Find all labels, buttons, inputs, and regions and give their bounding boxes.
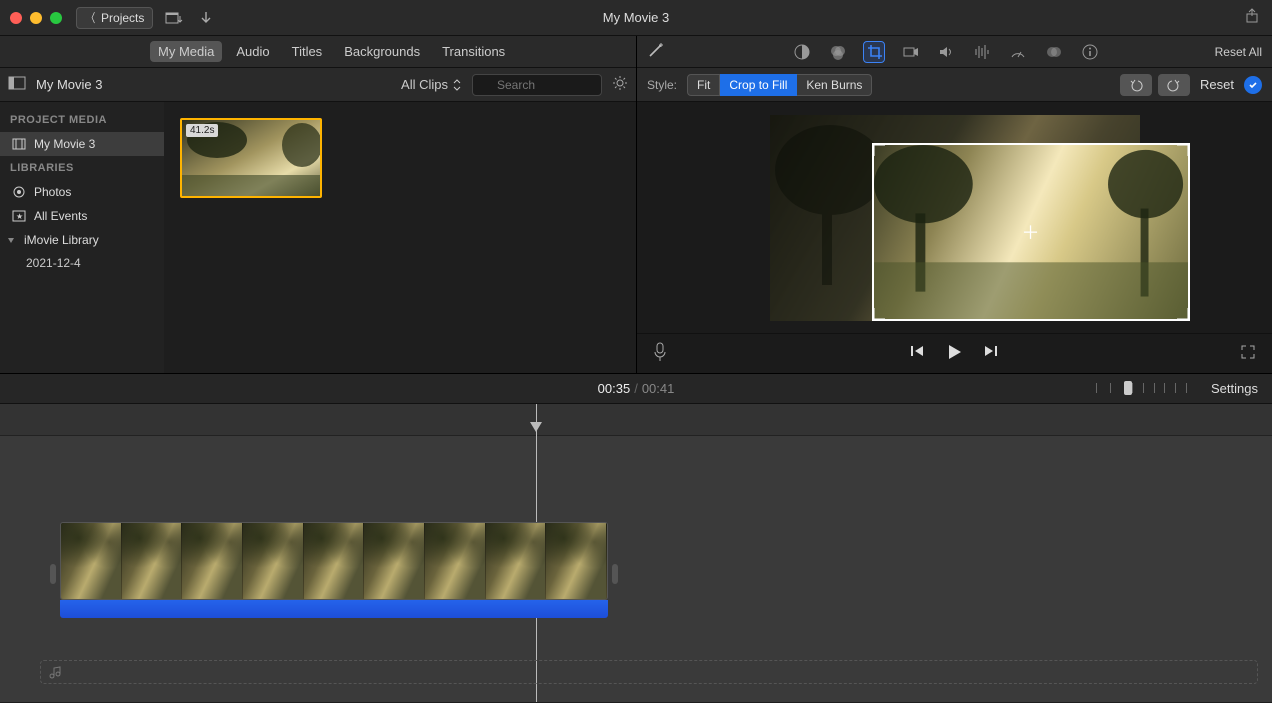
fullscreen-icon[interactable] xyxy=(1240,344,1256,363)
browser-movie-name: My Movie 3 xyxy=(36,77,102,92)
info-icon[interactable] xyxy=(1080,42,1100,62)
crop-rectangle[interactable]: ＋ xyxy=(872,143,1190,321)
sidebar-item-library-date[interactable]: 2021-12-4 xyxy=(0,252,164,274)
clip-thumbnail[interactable]: 41.2s xyxy=(180,118,322,198)
music-note-icon xyxy=(49,665,63,679)
viewer-canvas[interactable]: ＋ xyxy=(637,102,1272,333)
style-crop-to-fill-button[interactable]: Crop to Fill xyxy=(720,74,797,96)
speed-icon[interactable] xyxy=(1008,42,1028,62)
clip-handle-right[interactable] xyxy=(612,564,618,584)
style-ken-burns-button[interactable]: Ken Burns xyxy=(797,74,872,96)
clips-filter-select[interactable]: All Clips xyxy=(401,77,462,92)
filmstrip-icon xyxy=(12,138,26,150)
crop-icon[interactable] xyxy=(864,42,884,62)
project-media-heading: PROJECT MEDIA xyxy=(0,108,164,132)
tab-titles[interactable]: Titles xyxy=(284,41,331,62)
sidebar-item-all-events[interactable]: ★ All Events xyxy=(0,204,164,228)
title-bar: 〈 Projects My Movie 3 xyxy=(0,0,1272,36)
tab-backgrounds[interactable]: Backgrounds xyxy=(336,41,428,62)
svg-text:★: ★ xyxy=(16,212,23,221)
sidebar-item-project[interactable]: My Movie 3 xyxy=(0,132,164,156)
star-square-icon: ★ xyxy=(12,210,26,222)
sidebar-item-photos[interactable]: Photos xyxy=(0,180,164,204)
projects-back-button[interactable]: 〈 Projects xyxy=(76,7,153,29)
imovie-library-label: iMovie Library xyxy=(24,233,99,247)
minimize-window-button[interactable] xyxy=(30,12,42,24)
crop-handle-tl[interactable] xyxy=(872,143,886,157)
filter-audio-icon[interactable] xyxy=(1044,42,1064,62)
timeline-zoom-slider[interactable] xyxy=(1096,381,1186,397)
media-browser[interactable]: 41.2s xyxy=(164,102,636,373)
projects-back-label: Projects xyxy=(101,11,144,25)
tab-transitions[interactable]: Transitions xyxy=(434,41,513,62)
color-balance-icon[interactable] xyxy=(792,42,812,62)
sidebar-toggle-icon[interactable] xyxy=(8,76,26,93)
noise-eq-icon[interactable] xyxy=(972,42,992,62)
timeline-ruler[interactable] xyxy=(0,404,1272,436)
project-label: My Movie 3 xyxy=(34,137,95,151)
color-correction-icon[interactable] xyxy=(828,42,848,62)
clip-duration-badge: 41.2s xyxy=(186,124,218,137)
zoom-slider-thumb[interactable] xyxy=(1124,381,1132,395)
rotate-ccw-button[interactable] xyxy=(1120,74,1152,96)
crop-handle-br[interactable] xyxy=(1176,307,1190,321)
reset-all-button[interactable]: Reset All xyxy=(1215,45,1262,59)
time-separator: / xyxy=(634,381,638,396)
stabilization-icon[interactable] xyxy=(900,42,920,62)
photos-label: Photos xyxy=(34,185,71,199)
next-button[interactable] xyxy=(983,343,999,364)
crop-style-row: Style: Fit Crop to Fill Ken Burns Reset xyxy=(637,68,1272,102)
total-time: 00:41 xyxy=(642,381,675,396)
download-icon[interactable] xyxy=(195,7,217,29)
disclosure-icon xyxy=(6,235,16,245)
library-sidebar: PROJECT MEDIA My Movie 3 LIBRARIES Photo… xyxy=(0,102,164,373)
timeline-audio-strip[interactable] xyxy=(60,600,608,618)
playhead-handle[interactable] xyxy=(530,422,542,434)
rotate-cw-button[interactable] xyxy=(1158,74,1190,96)
library-date-label: 2021-12-4 xyxy=(26,256,81,270)
crop-center-cross-icon: ＋ xyxy=(1022,219,1040,245)
search-input[interactable] xyxy=(472,74,602,96)
transport-bar xyxy=(637,333,1272,373)
import-media-icon[interactable] xyxy=(163,7,185,29)
timeline-video-clip[interactable] xyxy=(60,522,608,600)
voiceover-mic-icon[interactable] xyxy=(653,342,667,365)
media-nav-tabs: My Media Audio Titles Backgrounds Transi… xyxy=(0,36,636,68)
enhance-wand-icon[interactable] xyxy=(647,41,677,62)
style-fit-button[interactable]: Fit xyxy=(687,74,720,96)
reset-crop-button[interactable]: Reset xyxy=(1200,77,1234,92)
crop-handle-tr[interactable] xyxy=(1176,143,1190,157)
play-button[interactable] xyxy=(945,343,963,364)
photos-icon xyxy=(12,185,26,199)
inspector-toolbar: Reset All xyxy=(637,36,1272,68)
appearance-gear-icon[interactable] xyxy=(612,75,628,94)
timeline[interactable] xyxy=(0,404,1272,702)
crop-handle-bl[interactable] xyxy=(872,307,886,321)
fullscreen-window-button[interactable] xyxy=(50,12,62,24)
tab-my-media[interactable]: My Media xyxy=(150,41,222,62)
updown-arrows-icon xyxy=(452,79,462,91)
browser-header: My Movie 3 All Clips xyxy=(0,68,636,102)
style-label: Style: xyxy=(647,78,677,92)
close-window-button[interactable] xyxy=(10,12,22,24)
crop-style-segmented: Fit Crop to Fill Ken Burns xyxy=(687,74,872,96)
viewer: ＋ xyxy=(637,102,1272,373)
music-track-placeholder[interactable] xyxy=(40,660,1258,684)
tab-audio[interactable]: Audio xyxy=(228,41,277,62)
window-title: My Movie 3 xyxy=(603,10,669,25)
all-events-label: All Events xyxy=(34,209,87,223)
apply-crop-button[interactable] xyxy=(1244,76,1262,94)
sidebar-item-imovie-library[interactable]: iMovie Library xyxy=(0,228,164,252)
libraries-heading: LIBRARIES xyxy=(0,156,164,180)
volume-icon[interactable] xyxy=(936,42,956,62)
current-time: 00:35 xyxy=(598,381,631,396)
share-button[interactable] xyxy=(1244,8,1260,27)
previous-button[interactable] xyxy=(909,343,925,364)
timecode-bar: 00:35 / 00:41 Settings xyxy=(0,374,1272,404)
timeline-settings-button[interactable]: Settings xyxy=(1211,381,1258,396)
clip-handle-left[interactable] xyxy=(50,564,56,584)
